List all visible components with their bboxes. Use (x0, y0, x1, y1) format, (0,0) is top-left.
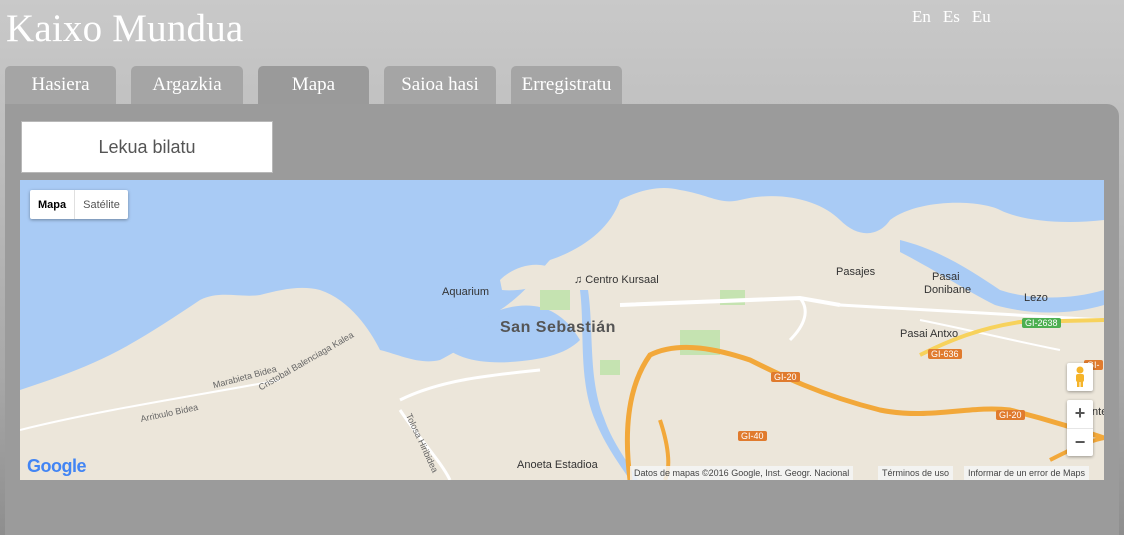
street-view-pegman-icon[interactable] (1067, 363, 1093, 391)
language-selector: En Es Eu (906, 7, 997, 27)
place-kursaal: ♫ Centro Kursaal (574, 274, 659, 286)
report-error-link[interactable]: Informar de un error de Maps (964, 466, 1090, 480)
zoom-out-button[interactable]: − (1067, 429, 1093, 457)
language-es-link[interactable]: Es (943, 7, 960, 27)
tab-erregistratu[interactable]: Erregistratu (511, 66, 622, 104)
map-type-map-button[interactable]: Mapa (30, 190, 76, 219)
main-nav-tabs: Hasiera Argazkia Mapa Saioa hasi Erregis… (5, 66, 637, 104)
place-pasai-antxo: Pasai Antxo (900, 328, 959, 340)
place-pasajes: Pasajes (836, 266, 876, 278)
map-view[interactable]: Mapa Satélite San Sebastián Aquarium ♫ C… (20, 180, 1104, 480)
city-label: San Sebastián (500, 319, 616, 336)
place-pasai-donibane-2: Donibane (924, 284, 972, 296)
language-eu-link[interactable]: Eu (972, 7, 991, 27)
tab-mapa[interactable]: Mapa (258, 66, 369, 104)
place-lezo: Lezo (1024, 292, 1048, 304)
zoom-in-button[interactable]: + (1067, 400, 1093, 429)
road-badge-gi2638: GI-2638 (1022, 318, 1061, 328)
road-badge-gi20: GI-20 (771, 372, 800, 382)
road-badge-gi636: GI-636 (928, 349, 962, 359)
google-logo-text: Google (27, 456, 87, 476)
map-type-control: Mapa Satélite (30, 190, 128, 219)
place-search-button[interactable]: Lekua bilatu (21, 121, 273, 173)
tab-hasiera[interactable]: Hasiera (5, 66, 116, 104)
map-type-satellite-button[interactable]: Satélite (75, 190, 128, 219)
road-badge-gi20: GI-20 (996, 410, 1025, 420)
map-attribution: Datos de mapas ©2016 Google, Inst. Geogr… (630, 466, 854, 480)
language-en-link[interactable]: En (912, 7, 931, 27)
terms-link[interactable]: Términos de uso (878, 466, 954, 480)
site-title: Kaixo Mundua (6, 7, 244, 50)
tab-argazkia[interactable]: Argazkia (131, 66, 243, 104)
zoom-control: + − (1067, 400, 1093, 456)
google-logo[interactable]: Google (27, 456, 87, 477)
place-pasai-donibane-1: Pasai (932, 271, 960, 283)
road-badge-gi40: GI-40 (738, 431, 767, 441)
place-anoeta: Anoeta Estadioa (517, 459, 598, 471)
tab-saioa-hasi[interactable]: Saioa hasi (384, 66, 496, 104)
place-aquarium: Aquarium (442, 286, 490, 298)
